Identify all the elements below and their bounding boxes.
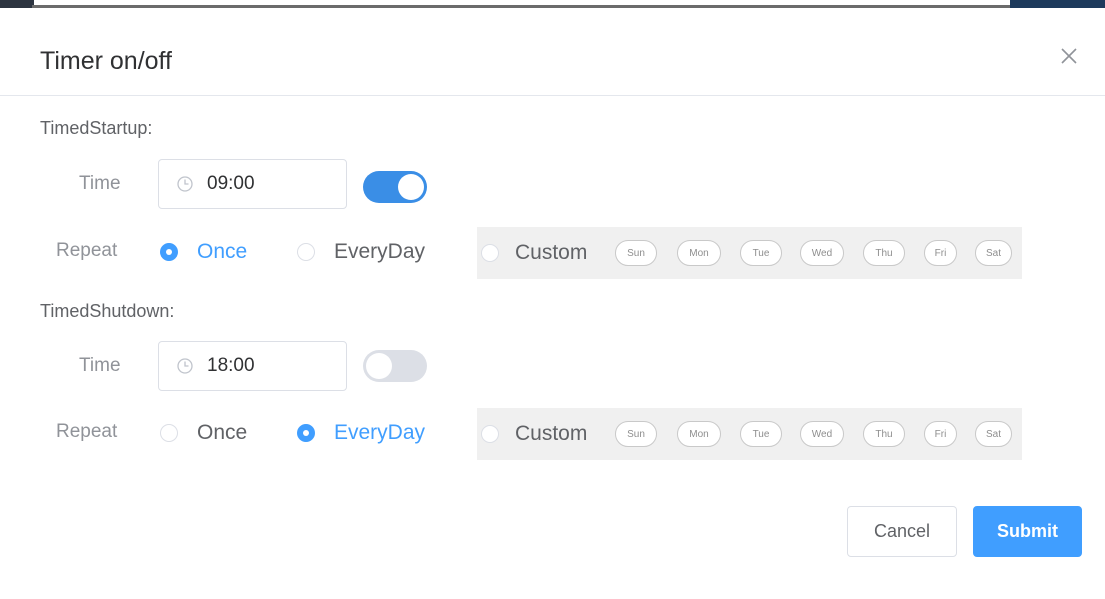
startup-day-thu[interactable]: Thu bbox=[863, 240, 905, 266]
shutdown-radio-once[interactable]: Once bbox=[160, 418, 247, 448]
shutdown-time-label: Time bbox=[79, 355, 121, 376]
shutdown-section-label: TimedShutdown: bbox=[40, 301, 175, 321]
radio-circle bbox=[297, 424, 315, 442]
startup-section-label: TimedStartup: bbox=[40, 118, 153, 138]
cancel-button[interactable]: Cancel bbox=[847, 506, 957, 557]
background-window-edge bbox=[0, 0, 34, 8]
shutdown-toggle-switch[interactable] bbox=[363, 350, 427, 382]
close-button[interactable] bbox=[1057, 44, 1081, 68]
radio-circle bbox=[481, 244, 499, 262]
startup-toggle-switch[interactable] bbox=[363, 171, 427, 203]
startup-time-label: Time bbox=[79, 173, 121, 194]
startup-time-value: 09:00 bbox=[207, 173, 255, 194]
submit-button[interactable]: Submit bbox=[973, 506, 1082, 557]
startup-radio-custom[interactable]: Custom bbox=[481, 238, 587, 268]
startup-day-fri[interactable]: Fri bbox=[924, 240, 957, 266]
shutdown-radio-everyday[interactable]: EveryDay bbox=[297, 418, 425, 448]
startup-day-mon[interactable]: Mon bbox=[677, 240, 721, 266]
startup-day-sun[interactable]: Sun bbox=[615, 240, 657, 266]
shutdown-custom-group: Custom Sun Mon Tue Wed Thu Fri Sat bbox=[477, 408, 1022, 460]
shutdown-time-value: 18:00 bbox=[207, 355, 255, 376]
shutdown-repeat-label: Repeat bbox=[56, 421, 118, 442]
radio-label: Custom bbox=[515, 241, 588, 264]
clock-icon bbox=[177, 176, 193, 192]
radio-label: Custom bbox=[515, 422, 588, 445]
startup-radio-once[interactable]: Once bbox=[160, 237, 247, 267]
radio-circle bbox=[160, 243, 178, 261]
shutdown-day-mon[interactable]: Mon bbox=[677, 421, 721, 447]
startup-day-tue[interactable]: Tue bbox=[740, 240, 782, 266]
radio-label: Once bbox=[197, 240, 248, 263]
radio-circle bbox=[160, 424, 178, 442]
clock-icon bbox=[177, 358, 193, 374]
shutdown-radio-custom[interactable]: Custom bbox=[481, 419, 587, 449]
dialog-header: Timer on/off bbox=[0, 8, 1105, 96]
close-icon bbox=[1061, 48, 1077, 64]
background-window-strip bbox=[0, 0, 1105, 8]
shutdown-day-sun[interactable]: Sun bbox=[615, 421, 657, 447]
startup-custom-group: Custom Sun Mon Tue Wed Thu Fri Sat bbox=[477, 227, 1022, 279]
switch-knob bbox=[398, 174, 424, 200]
dialog-title: Timer on/off bbox=[40, 47, 172, 75]
shutdown-day-thu[interactable]: Thu bbox=[863, 421, 905, 447]
startup-radio-everyday[interactable]: EveryDay bbox=[297, 237, 425, 267]
shutdown-time-input[interactable]: 18:00 bbox=[158, 341, 347, 391]
shutdown-day-fri[interactable]: Fri bbox=[924, 421, 957, 447]
startup-day-sat[interactable]: Sat bbox=[975, 240, 1012, 266]
shutdown-day-sat[interactable]: Sat bbox=[975, 421, 1012, 447]
startup-day-wed[interactable]: Wed bbox=[800, 240, 844, 266]
shutdown-day-wed[interactable]: Wed bbox=[800, 421, 844, 447]
radio-label: EveryDay bbox=[334, 421, 426, 444]
shutdown-day-tue[interactable]: Tue bbox=[740, 421, 782, 447]
background-window-edge bbox=[1010, 0, 1105, 8]
radio-label: Once bbox=[197, 421, 248, 444]
startup-repeat-label: Repeat bbox=[56, 240, 118, 261]
radio-circle bbox=[297, 243, 315, 261]
switch-knob bbox=[366, 353, 392, 379]
radio-circle bbox=[481, 425, 499, 443]
startup-time-input[interactable]: 09:00 bbox=[158, 159, 347, 209]
radio-label: EveryDay bbox=[334, 240, 426, 263]
